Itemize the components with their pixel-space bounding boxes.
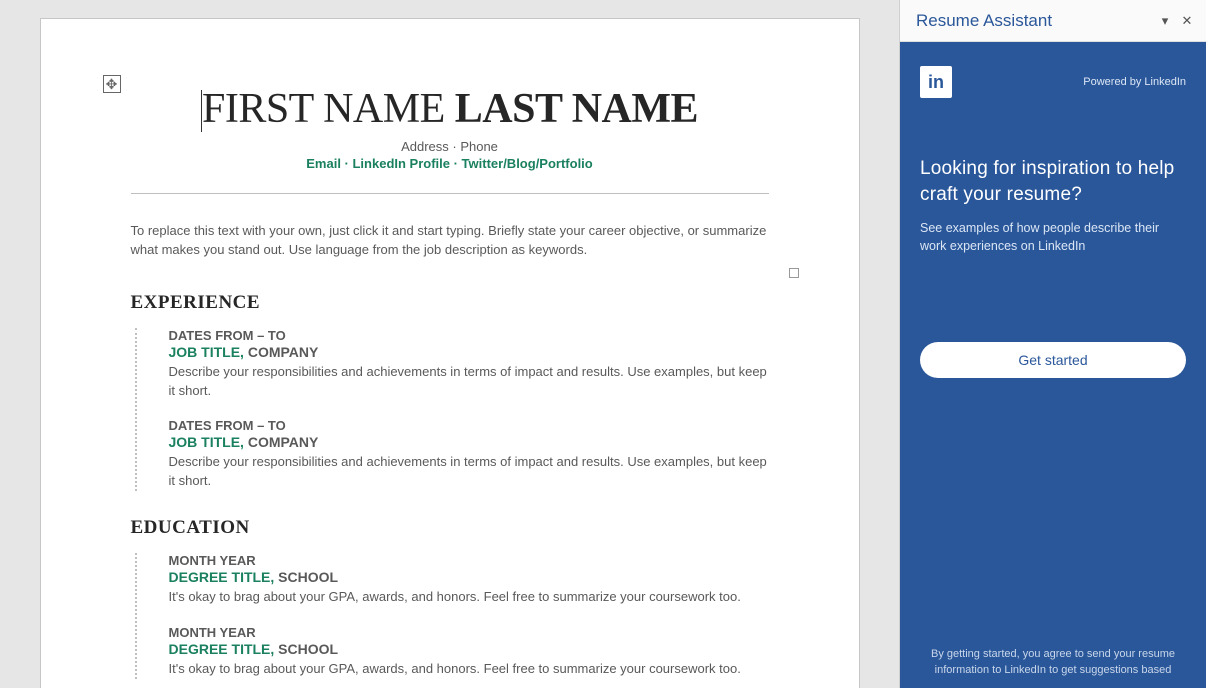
education-entry[interactable]: MONTH YEAR DEGREE TITLE, SCHOOL It's oka… [169,553,769,607]
entry-dates[interactable]: MONTH YEAR [169,553,769,568]
entry-dates[interactable]: DATES FROM – TO [169,328,769,343]
page-marker-icon [789,268,799,278]
linkedin-logo-icon: in [920,66,952,98]
entry-title[interactable]: JOB TITLE, [169,434,244,450]
inspire-heading: Looking for inspiration to help craft yo… [920,156,1186,207]
entry-title[interactable]: DEGREE TITLE, [169,641,275,657]
education-entries: MONTH YEAR DEGREE TITLE, SCHOOL It's oka… [135,553,769,679]
resume-page[interactable]: ✥ FIRST NAME LAST NAME Address · Phone E… [40,18,860,688]
panel-header: Resume Assistant ▾ ✕ [900,0,1206,42]
entry-title-line[interactable]: DEGREE TITLE, SCHOOL [169,641,769,657]
experience-entry[interactable]: DATES FROM – TO JOB TITLE, COMPANY Descr… [169,418,769,491]
intro-text-content[interactable]: To replace this text with your own, just… [131,223,767,257]
name-line[interactable]: FIRST NAME LAST NAME [131,85,769,133]
entry-desc[interactable]: Describe your responsibilities and achie… [169,453,769,491]
panel-title: Resume Assistant [916,11,1154,31]
entry-org[interactable]: COMPANY [244,344,318,360]
close-icon[interactable]: ✕ [1176,10,1198,32]
entry-desc[interactable]: It's okay to brag about your GPA, awards… [169,660,769,679]
first-name[interactable]: FIRST NAME [202,86,445,132]
powered-by-text: Powered by LinkedIn [1083,76,1186,88]
entry-org[interactable]: SCHOOL [274,641,338,657]
experience-entry[interactable]: DATES FROM – TO JOB TITLE, COMPANY Descr… [169,328,769,401]
entry-title-line[interactable]: JOB TITLE, COMPANY [169,344,769,360]
resume-assistant-panel: Resume Assistant ▾ ✕ in Powered by Linke… [899,0,1206,688]
linkedin-top-row: in Powered by LinkedIn [920,66,1186,98]
entry-title-line[interactable]: DEGREE TITLE, SCHOOL [169,569,769,585]
experience-heading[interactable]: EXPERIENCE [131,292,769,314]
panel-options-icon[interactable]: ▾ [1154,10,1176,32]
get-started-button[interactable]: Get started [920,342,1186,378]
intro-text[interactable]: To replace this text with your own, just… [131,222,769,260]
contact-line[interactable]: Email · LinkedIn Profile · Twitter/Blog/… [131,156,769,171]
address-line[interactable]: Address · Phone [131,139,769,154]
entry-dates[interactable]: MONTH YEAR [169,625,769,640]
education-heading[interactable]: EDUCATION [131,517,769,539]
footer-note: By getting started, you agree to send yo… [920,631,1186,678]
inspire-description: See examples of how people describe thei… [920,219,1186,255]
entry-desc[interactable]: Describe your responsibilities and achie… [169,363,769,401]
resume-header: FIRST NAME LAST NAME Address · Phone Ema… [131,85,769,194]
last-name[interactable]: LAST NAME [455,86,698,132]
entry-org[interactable]: SCHOOL [274,569,338,585]
entry-desc[interactable]: It's okay to brag about your GPA, awards… [169,588,769,607]
education-entry[interactable]: MONTH YEAR DEGREE TITLE, SCHOOL It's oka… [169,625,769,679]
experience-entries: DATES FROM – TO JOB TITLE, COMPANY Descr… [135,328,769,491]
panel-body: in Powered by LinkedIn Looking for inspi… [900,42,1206,688]
entry-title[interactable]: DEGREE TITLE, [169,569,275,585]
entry-org[interactable]: COMPANY [244,434,318,450]
table-anchor-icon[interactable]: ✥ [103,75,121,93]
entry-title-line[interactable]: JOB TITLE, COMPANY [169,434,769,450]
document-area[interactable]: ✥ FIRST NAME LAST NAME Address · Phone E… [0,0,899,688]
entry-title[interactable]: JOB TITLE, [169,344,244,360]
entry-dates[interactable]: DATES FROM – TO [169,418,769,433]
